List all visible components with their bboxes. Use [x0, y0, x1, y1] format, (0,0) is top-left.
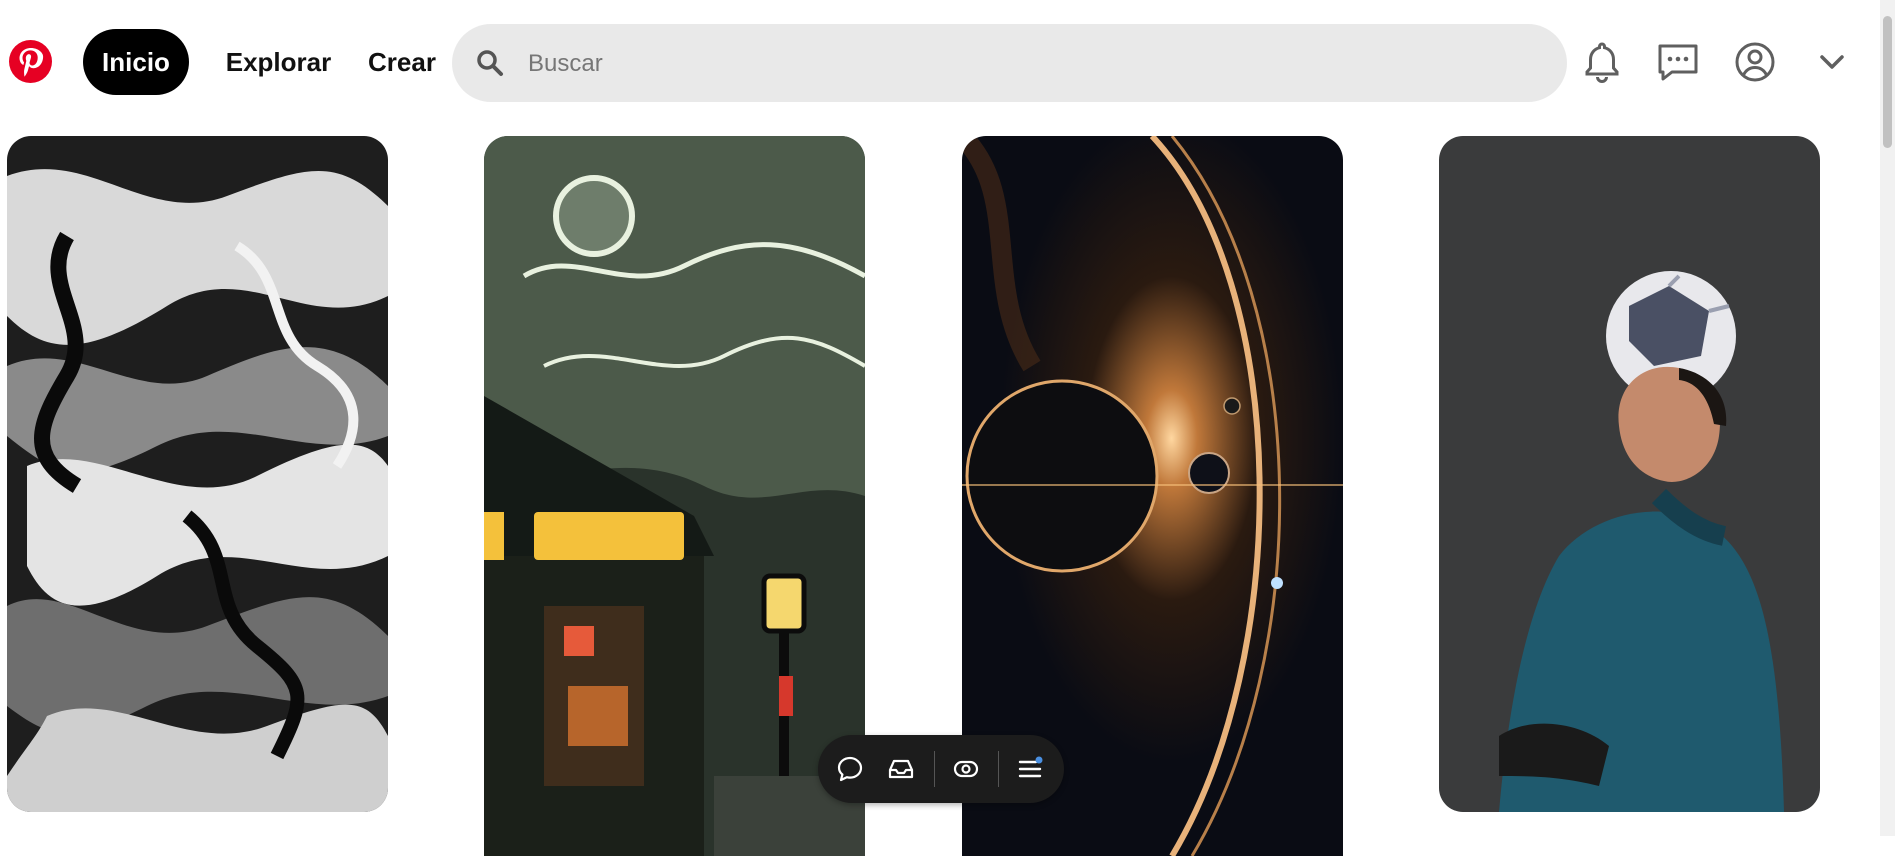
search-icon — [477, 50, 503, 76]
toolbar-divider — [934, 751, 935, 787]
bell-icon[interactable] — [1578, 38, 1626, 86]
pin-card-night-street[interactable] — [484, 136, 865, 856]
nav-explore-button[interactable]: Explorar — [215, 29, 342, 95]
inbox-icon[interactable] — [887, 755, 915, 783]
pin-image — [7, 136, 388, 812]
menu-icon[interactable] — [1016, 755, 1044, 783]
search-bar[interactable] — [452, 24, 1567, 104]
eye-icon[interactable] — [952, 755, 980, 783]
scrollbar-thumb[interactable] — [1883, 16, 1892, 148]
notification-dot — [1035, 756, 1043, 764]
toolbar-divider — [998, 751, 999, 787]
pin-card-football-player[interactable] — [1439, 136, 1820, 812]
profile-icon[interactable] — [1731, 38, 1779, 86]
comment-icon[interactable] — [836, 755, 864, 783]
pin-image — [484, 136, 865, 856]
message-icon[interactable] — [1654, 38, 1702, 86]
nav-home-button[interactable]: Inicio — [83, 29, 189, 95]
pinterest-logo-icon[interactable] — [9, 40, 52, 83]
pin-card-marble-art[interactable] — [7, 136, 388, 812]
search-input[interactable] — [526, 24, 1530, 104]
scrollbar[interactable] — [1880, 0, 1895, 836]
chevron-down-icon[interactable] — [1808, 38, 1856, 86]
nav-create-button[interactable]: Crear — [362, 29, 442, 95]
pin-image — [1439, 136, 1820, 812]
top-navigation: Inicio Explorar Crear — [0, 0, 1880, 124]
floating-toolbar — [818, 735, 1064, 803]
